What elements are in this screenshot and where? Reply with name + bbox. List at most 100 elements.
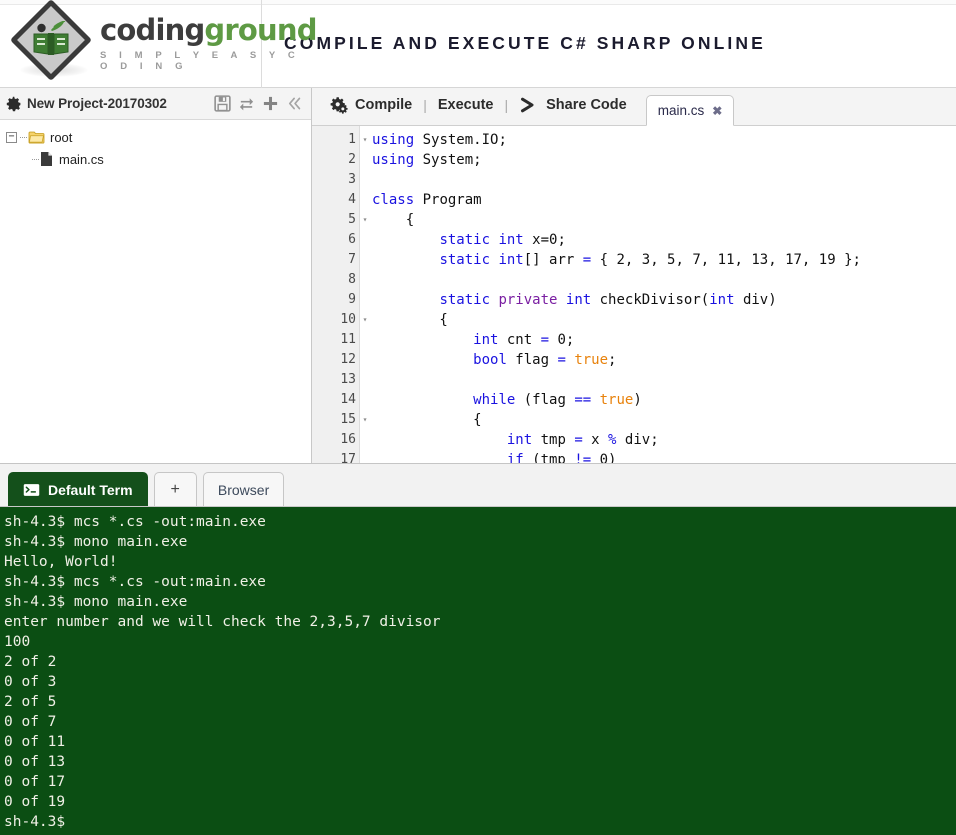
- tree-node-file[interactable]: main.cs: [6, 148, 311, 170]
- line-number-gutter: 1 ▾ 2 3 4 5 ▾ 6 7 8 9 10 ▾ 11 12 13 14 15 ▾ 16 17: [312, 126, 367, 463]
- save-icon[interactable]: [214, 95, 231, 112]
- brand-tagline: S I M P L Y E A S Y C O D I N G: [100, 49, 300, 72]
- code-line: using System.IO;: [372, 132, 507, 148]
- code-line: {: [372, 412, 482, 428]
- toolbar-separator: |: [423, 97, 427, 113]
- file-tree: − root main.cs: [0, 120, 311, 463]
- app-header: codingground S I M P L Y E A S Y C O D I…: [0, 0, 956, 88]
- terminal-tab-bar: Default Term + Browser: [0, 464, 956, 507]
- code-line: static int[] arr = { 2, 3, 5, 7, 11, 13,…: [439, 252, 861, 268]
- terminal-line: sh-4.3$: [4, 814, 66, 830]
- line-number: 11: [340, 332, 356, 347]
- line-number: 9: [348, 292, 356, 307]
- tree-expander-icon[interactable]: −: [6, 131, 17, 143]
- toolbar-separator: |: [504, 97, 509, 113]
- share-code-button-label: Share Code: [546, 97, 627, 113]
- tree-node-root-label: root: [50, 129, 73, 145]
- terminal-line: sh-4.3$ mcs *.cs -out:main.exe: [4, 574, 266, 590]
- line-number: 3: [348, 172, 356, 187]
- terminal-tab-browser[interactable]: Browser: [202, 472, 285, 506]
- tree-node-file-label: main.cs: [59, 151, 104, 167]
- line-number: 6: [348, 232, 356, 247]
- file-icon: [41, 152, 52, 166]
- gear-icon[interactable]: [6, 96, 22, 112]
- close-icon[interactable]: ✖: [712, 104, 722, 118]
- editor-actions: Compile | Execute | Share Code: [320, 87, 636, 125]
- project-sidebar: New Project-20170302 − root main.cs: [0, 88, 312, 463]
- open-book-icon: [33, 20, 69, 55]
- terminal-line: 0 of 7: [4, 714, 57, 730]
- terminal-line: sh-4.3$ mono main.exe: [4, 594, 188, 610]
- project-toolbar: New Project-20170302: [0, 88, 311, 120]
- brand-wordmark: codingground S I M P L Y E A S Y C O D I…: [100, 12, 317, 72]
- line-number: 8: [348, 272, 356, 287]
- editor-pane: Compile | Execute | Share Code main.cs ✖…: [312, 88, 956, 463]
- project-name-label: New Project-20170302: [27, 96, 167, 111]
- code-line: {: [372, 312, 448, 328]
- terminal-line: 2 of 5: [4, 694, 57, 710]
- code-line: using System;: [372, 152, 482, 168]
- code-line: static private int checkDivisor(int div): [439, 292, 777, 308]
- line-number: 14: [340, 392, 356, 407]
- execute-button-label: Execute: [437, 97, 494, 113]
- line-number: 7: [348, 252, 356, 267]
- terminal-line: 0 of 13: [4, 754, 66, 770]
- chevron-right-icon: [521, 97, 534, 113]
- refresh-icon[interactable]: [238, 95, 255, 112]
- plus-icon[interactable]: [262, 95, 279, 112]
- editor-tab-main-cs[interactable]: main.cs ✖: [645, 95, 735, 126]
- compile-button[interactable]: Compile: [320, 96, 421, 114]
- brand-text: codingground: [100, 12, 317, 47]
- line-number: 13: [340, 372, 356, 387]
- line-number: 12: [340, 352, 356, 367]
- terminal-line: 100: [4, 634, 31, 650]
- tree-node-root[interactable]: − root: [6, 126, 311, 148]
- terminal-line: Hello, World!: [4, 554, 118, 570]
- terminal-icon: [23, 483, 40, 496]
- terminal-tab-label: Browser: [217, 481, 270, 498]
- share-code-button[interactable]: Share Code: [510, 97, 636, 113]
- editor-tab-bar: main.cs ✖: [645, 87, 735, 126]
- line-number: 4: [348, 192, 356, 207]
- code-line: bool flag = true;: [473, 352, 617, 368]
- terminal-tab-default-term[interactable]: Default Term: [8, 472, 148, 506]
- tree-connector: [32, 158, 39, 160]
- project-action-buttons: [214, 95, 305, 112]
- terminal-panel: Default Term + Browser sh-4.3$ mcs *.cs …: [0, 463, 956, 835]
- book-emblem-icon: [30, 19, 72, 61]
- code-editor[interactable]: 1 ▾ 2 3 4 5 ▾ 6 7 8 9 10 ▾ 11 12 13 14 15 ▾ 16 17 using Syst…: [312, 126, 956, 463]
- brand-primary-text: coding: [100, 12, 205, 47]
- terminal-tab-label: Default Term: [48, 481, 133, 498]
- gears-icon: [330, 97, 348, 114]
- terminal-line: 2 of 2: [4, 654, 57, 670]
- tree-connector: [20, 136, 27, 138]
- line-number: 15 ▾: [312, 410, 367, 430]
- code-line: class Program: [372, 192, 482, 208]
- execute-button[interactable]: Execute: [429, 97, 503, 113]
- logo-mark: [9, 0, 98, 83]
- code-line: while (flag == true): [473, 392, 642, 408]
- editor-tab-label: main.cs: [657, 103, 705, 118]
- logo-area[interactable]: codingground S I M P L Y E A S Y C O D I…: [0, 0, 317, 88]
- terminal-add-tab-button[interactable]: +: [153, 472, 197, 506]
- workspace: New Project-20170302 − root main.cs Comp…: [0, 88, 956, 463]
- terminal-line: enter number and we will check the 2,3,5…: [4, 614, 441, 630]
- line-number: 10 ▾: [312, 310, 367, 330]
- terminal-output[interactable]: sh-4.3$ mcs *.cs -out:main.exe sh-4.3$ mo…: [0, 507, 956, 835]
- terminal-line: sh-4.3$ mcs *.cs -out:main.exe: [4, 514, 266, 530]
- line-number: 2: [348, 152, 356, 167]
- line-number: 16: [340, 432, 356, 447]
- editor-toolbar: Compile | Execute | Share Code main.cs ✖: [312, 88, 956, 126]
- code-line: int cnt = 0;: [473, 332, 575, 348]
- terminal-line: 0 of 11: [4, 734, 66, 750]
- double-chevron-left-icon[interactable]: [286, 95, 303, 112]
- line-number: 5 ▾: [312, 210, 367, 230]
- coding-ground-app: codingground S I M P L Y E A S Y C O D I…: [0, 0, 956, 835]
- terminal-line: 0 of 19: [4, 794, 66, 810]
- line-number: 17: [340, 452, 356, 463]
- plus-icon: +: [170, 480, 180, 498]
- code-content[interactable]: using System.IO; using System; class Prog…: [360, 126, 956, 463]
